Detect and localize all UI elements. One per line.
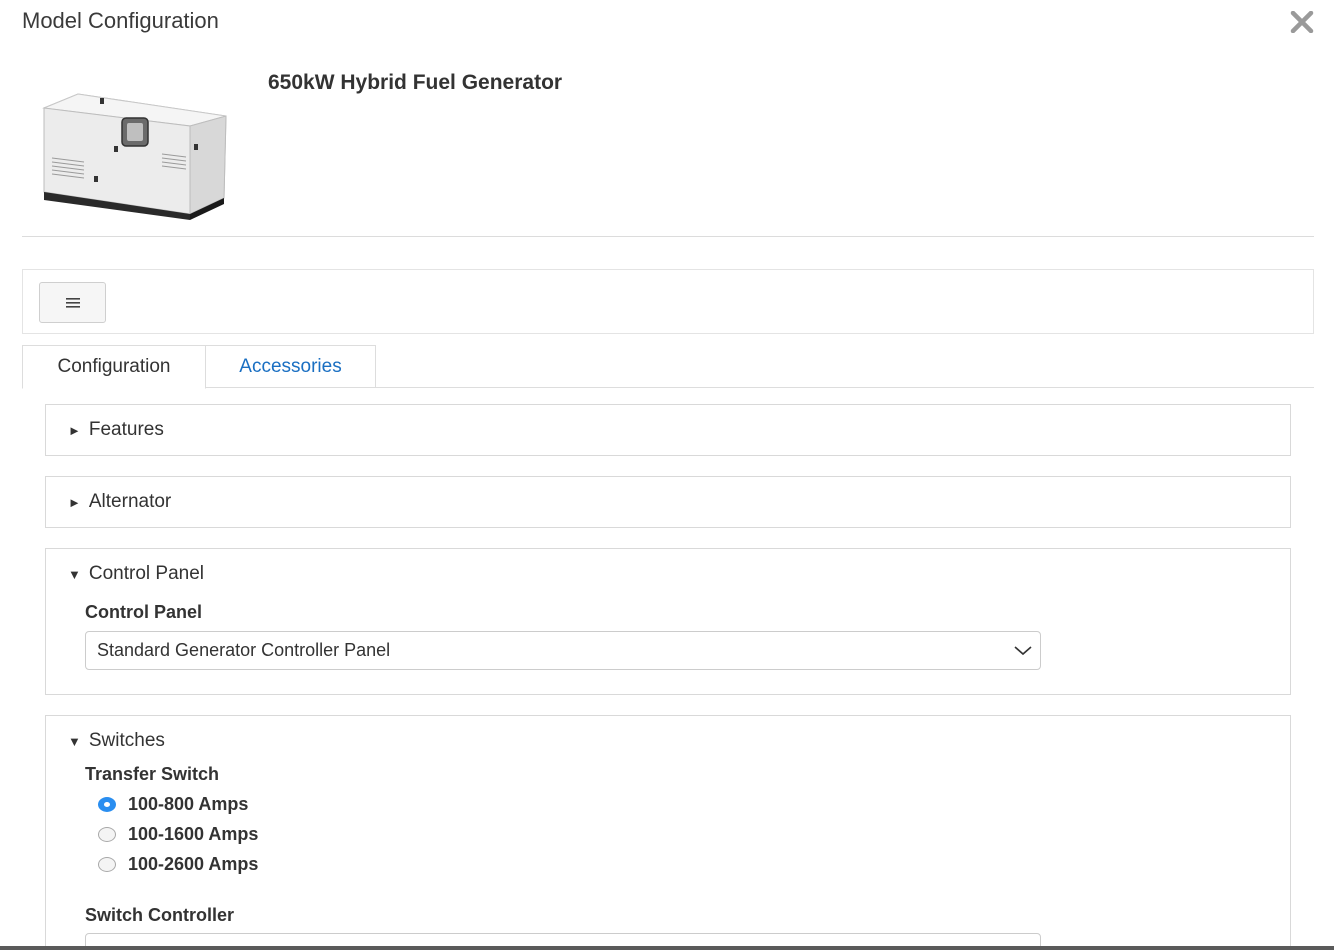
transfer-option-label: 100-1600 Amps [128,824,259,844]
window-bottom-edge [0,946,1334,950]
transfer-switch-label: Transfer Switch [85,764,220,784]
transfer-option-2600[interactable]: 100-2600 Amps [98,854,258,875]
transfer-option-800[interactable]: 100-800 Amps [98,794,248,815]
caret-right-icon: ► [68,494,81,510]
menu-button[interactable] [39,282,106,323]
caret-down-icon: ▼ [68,733,81,749]
switch-controller-label: Switch Controller [85,905,235,925]
header-divider [22,236,1314,237]
control-panel-select[interactable]: Standard Generator Controller Panel [85,631,1041,670]
section-control-panel-toggle[interactable]: ▼ Control Panel [68,563,204,585]
transfer-option-1600[interactable]: 100-1600 Amps [98,824,258,845]
caret-right-icon: ► [68,422,81,438]
caret-down-icon: ▼ [68,566,81,582]
tab-accessories[interactable]: Accessories [206,345,376,388]
tab-configuration[interactable]: Configuration [22,345,206,389]
model-configuration-modal: Model Configuration 650kW Hybrid Fuel Ge… [0,0,1334,950]
section-features-label: Features [88,419,164,440]
radio-unchecked[interactable] [98,827,116,842]
section-control-panel: ▼ Control Panel Control Panel Standard G… [45,548,1291,695]
hamburger-menu-icon [65,297,80,308]
section-alternator-toggle[interactable]: ► Alternator [68,491,171,513]
section-switches-label: Switches [88,730,165,751]
section-features-toggle[interactable]: ► Features [68,419,164,441]
radio-unchecked[interactable] [98,857,116,872]
transfer-option-label: 100-800 Amps [128,794,249,814]
close-icon [1290,11,1314,33]
tab-bar: Configuration Accessories [22,345,1314,389]
generator-image [42,93,227,220]
toolbar [22,269,1314,334]
chevron-down-icon [1014,646,1032,656]
transfer-option-label: 100-2600 Amps [128,854,259,874]
product-title: 650kW Hybrid Fuel Generator [268,71,563,94]
section-switches: ▼ Switches Transfer Switch 100-800 Amps … [45,715,1291,950]
section-features: ► Features [45,404,1291,456]
control-panel-selected-value: Standard Generator Controller Panel [97,640,391,660]
section-alternator-label: Alternator [88,491,172,512]
modal-title: Model Configuration [22,8,219,33]
control-panel-field-label: Control Panel [85,602,203,622]
radio-checked[interactable] [98,797,116,812]
section-switches-toggle[interactable]: ▼ Switches [68,730,165,752]
close-button[interactable] [1287,8,1317,36]
section-control-panel-label: Control Panel [88,563,204,584]
section-alternator: ► Alternator [45,476,1291,528]
